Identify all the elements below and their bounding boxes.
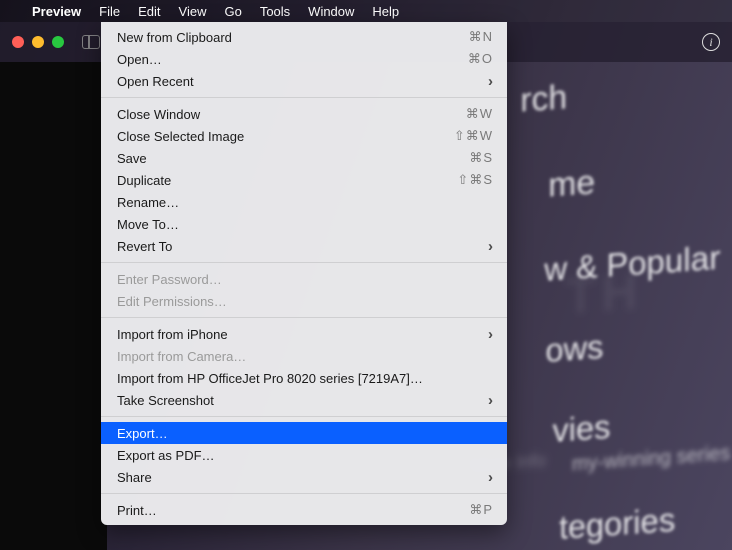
- submenu-arrow-icon: ›: [488, 326, 493, 343]
- menu-item-label: Save: [117, 151, 469, 166]
- info-icon[interactable]: i: [702, 33, 720, 51]
- menu-item[interactable]: Take Screenshot›: [101, 389, 507, 411]
- menu-edit[interactable]: Edit: [138, 4, 160, 19]
- menu-item-label: Close Window: [117, 107, 466, 122]
- submenu-arrow-icon: ›: [488, 238, 493, 255]
- window-controls: [12, 36, 64, 48]
- menu-separator: [101, 493, 507, 494]
- menu-shortcut: ⌘P: [469, 502, 493, 518]
- menu-item-label: Enter Password…: [117, 272, 493, 287]
- minimize-window-button[interactable]: [32, 36, 44, 48]
- menu-item[interactable]: Move To…: [101, 213, 507, 235]
- menu-item-label: Print…: [117, 503, 469, 518]
- menu-item[interactable]: Import from iPhone›: [101, 323, 507, 345]
- menu-shortcut: ⌘S: [469, 150, 493, 166]
- menu-item[interactable]: Export…: [101, 422, 507, 444]
- menu-item: Import from Camera…: [101, 345, 507, 367]
- menu-item-label: New from Clipboard: [117, 30, 469, 45]
- menu-item[interactable]: Close Selected Image⇧⌘W: [101, 125, 507, 147]
- menu-item-label: Export as PDF…: [117, 448, 493, 463]
- menu-item-label: Import from HP OfficeJet Pro 8020 series…: [117, 371, 493, 386]
- bg-word: ows: [545, 328, 603, 370]
- submenu-arrow-icon: ›: [488, 73, 493, 90]
- menu-item: Enter Password…: [101, 268, 507, 290]
- menu-file[interactable]: File: [99, 4, 120, 19]
- menu-item-label: Revert To: [117, 239, 488, 254]
- bg-word: vies: [552, 408, 610, 450]
- menu-item[interactable]: Export as PDF…: [101, 444, 507, 466]
- menu-item-label: Open…: [117, 52, 468, 67]
- menu-item-label: Edit Permissions…: [117, 294, 493, 309]
- menu-shortcut: ⇧⌘S: [457, 172, 493, 188]
- menu-item-label: Take Screenshot: [117, 393, 488, 408]
- bg-word: rch: [520, 78, 567, 120]
- app-menu[interactable]: Preview: [32, 4, 81, 19]
- menu-item-label: Export…: [117, 426, 493, 441]
- menu-item[interactable]: Save⌘S: [101, 147, 507, 169]
- menu-item[interactable]: New from Clipboard⌘N: [101, 26, 507, 48]
- menu-shortcut: ⌘W: [466, 106, 493, 122]
- menu-separator: [101, 262, 507, 263]
- sidebar-toggle-icon[interactable]: [82, 35, 100, 49]
- zoom-window-button[interactable]: [52, 36, 64, 48]
- menu-shortcut: ⇧⌘W: [454, 128, 493, 144]
- menu-item[interactable]: Import from HP OfficeJet Pro 8020 series…: [101, 367, 507, 389]
- menu-separator: [101, 416, 507, 417]
- file-menu-dropdown: New from Clipboard⌘NOpen…⌘OOpen Recent›C…: [101, 22, 507, 525]
- menu-separator: [101, 97, 507, 98]
- menu-item[interactable]: Print…⌘P: [101, 499, 507, 521]
- menu-window[interactable]: Window: [308, 4, 354, 19]
- bg-word: tegories: [559, 501, 675, 547]
- bg-word: me: [548, 163, 595, 205]
- menu-help[interactable]: Help: [372, 4, 399, 19]
- menu-item[interactable]: Rename…: [101, 191, 507, 213]
- menu-item-label: Share: [117, 470, 488, 485]
- menu-item-label: Import from iPhone: [117, 327, 488, 342]
- menu-item-label: Rename…: [117, 195, 493, 210]
- submenu-arrow-icon: ›: [488, 392, 493, 409]
- menu-shortcut: ⌘O: [468, 51, 493, 67]
- menu-tools[interactable]: Tools: [260, 4, 290, 19]
- menu-separator: [101, 317, 507, 318]
- menu-item[interactable]: Share›: [101, 466, 507, 488]
- menu-item-label: Close Selected Image: [117, 129, 454, 144]
- menu-view[interactable]: View: [179, 4, 207, 19]
- menu-item[interactable]: Open Recent›: [101, 70, 507, 92]
- menu-item: Edit Permissions…: [101, 290, 507, 312]
- menu-item-label: Import from Camera…: [117, 349, 493, 364]
- menu-go[interactable]: Go: [224, 4, 241, 19]
- menu-shortcut: ⌘N: [469, 29, 493, 45]
- menu-item-label: Open Recent: [117, 74, 488, 89]
- system-menubar: Preview File Edit View Go Tools Window H…: [0, 0, 732, 22]
- close-window-button[interactable]: [12, 36, 24, 48]
- menu-item[interactable]: Close Window⌘W: [101, 103, 507, 125]
- submenu-arrow-icon: ›: [488, 469, 493, 486]
- menu-item[interactable]: Revert To›: [101, 235, 507, 257]
- content-dark-area: [0, 62, 107, 550]
- menu-item-label: Move To…: [117, 217, 493, 232]
- menu-item-label: Duplicate: [117, 173, 457, 188]
- menu-item[interactable]: Duplicate⇧⌘S: [101, 169, 507, 191]
- menu-item[interactable]: Open…⌘O: [101, 48, 507, 70]
